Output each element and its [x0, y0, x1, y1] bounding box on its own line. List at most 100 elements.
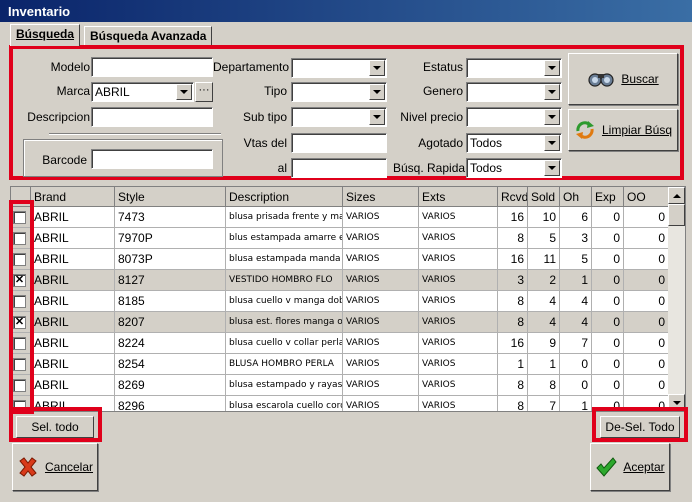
- tipo-dropdown-icon[interactable]: [369, 84, 385, 100]
- table-row[interactable]: ABRIL 8073P blusa estampada manda e VARIOS V…: [11, 249, 669, 270]
- tab-busqueda-avanzada-label: Búsqueda Avanzada: [90, 29, 207, 43]
- agotado-dropdown-icon[interactable]: [544, 135, 560, 151]
- cell-sizes: VARIOS: [343, 375, 419, 396]
- table-row[interactable]: ABRIL 8296 blusa escarola cuello cordo VARI…: [11, 396, 669, 411]
- row-checkbox-cell: [11, 396, 31, 411]
- genero-select[interactable]: [466, 82, 562, 102]
- subtipo-dropdown-icon[interactable]: [369, 109, 385, 125]
- tab-busqueda[interactable]: Búsqueda: [10, 24, 81, 46]
- row-checkbox-cell: [11, 354, 31, 375]
- table-row[interactable]: ✕ ABRIL 8127 VESTIDO HOMBRO FLO VARIOS VARIOS…: [11, 270, 669, 291]
- cancel-button[interactable]: Cancelar: [12, 443, 98, 491]
- row-checkbox[interactable]: [13, 253, 26, 266]
- header-sizes[interactable]: Sizes: [343, 187, 419, 207]
- cell-oh: 4: [560, 312, 592, 333]
- cell-oo: 0: [624, 354, 669, 375]
- cell-rcvd: 8: [498, 396, 528, 411]
- departamento-select[interactable]: [291, 58, 387, 78]
- cell-brand: ABRIL: [31, 291, 115, 312]
- row-checkbox[interactable]: [13, 232, 26, 245]
- cell-oh: 1: [560, 396, 592, 411]
- header-oo[interactable]: OO: [624, 187, 669, 207]
- row-checkbox-checked[interactable]: ✕: [13, 274, 26, 287]
- scroll-down-icon[interactable]: [668, 394, 685, 411]
- subtipo-select[interactable]: [291, 107, 387, 127]
- cell-sold: 4: [528, 291, 560, 312]
- select-all-button[interactable]: Sel. todo: [16, 416, 94, 438]
- header-brand[interactable]: Brand: [31, 187, 115, 207]
- cell-brand: ABRIL: [31, 375, 115, 396]
- table-row[interactable]: ABRIL 8185 blusa cuello v manga doble VARIO…: [11, 291, 669, 312]
- cell-style: 7473: [115, 207, 226, 228]
- header-exts[interactable]: Exts: [419, 187, 498, 207]
- buscar-button[interactable]: Buscar: [568, 53, 678, 105]
- estatus-select[interactable]: [466, 58, 562, 78]
- red-x-icon: [19, 457, 37, 477]
- departamento-dropdown-icon[interactable]: [369, 60, 385, 76]
- busq-rapida-select[interactable]: Todos: [466, 158, 562, 178]
- vtas-del-input[interactable]: [291, 133, 387, 153]
- limpiar-busqueda-button[interactable]: Limpiar Búsq: [568, 109, 678, 151]
- row-checkbox-checked[interactable]: ✕: [13, 316, 26, 329]
- scroll-up-icon[interactable]: [668, 187, 685, 204]
- busq-rapida-dropdown-icon[interactable]: [544, 160, 560, 176]
- row-checkbox[interactable]: [13, 295, 26, 308]
- table-row[interactable]: ✕ ABRIL 8207 blusa est. flores manga ola VAR…: [11, 312, 669, 333]
- descripcion-input[interactable]: [91, 107, 213, 127]
- cell-oh: 5: [560, 249, 592, 270]
- table-row[interactable]: ABRIL 8224 blusa cuello v collar perla VARI…: [11, 333, 669, 354]
- cell-style: 8207: [115, 312, 226, 333]
- header-description[interactable]: Description: [226, 187, 343, 207]
- tab-busqueda-label: Búsqueda: [16, 27, 75, 41]
- scroll-thumb[interactable]: [668, 204, 685, 226]
- row-checkbox[interactable]: [13, 379, 26, 392]
- table-row[interactable]: ABRIL 8254 BLUSA HOMBRO PERLA VARIOS VARIOS 1…: [11, 354, 669, 375]
- marca-more-button[interactable]: ···: [195, 82, 213, 102]
- header-oh[interactable]: Oh: [560, 187, 592, 207]
- row-checkbox-cell: [11, 228, 31, 249]
- table-row[interactable]: ABRIL 7970P blus estampada amarre en VARIOS…: [11, 228, 669, 249]
- row-checkbox[interactable]: [13, 358, 26, 371]
- genero-dropdown-icon[interactable]: [544, 84, 560, 100]
- vtas-del-label: Vtas del: [243, 136, 287, 150]
- tab-busqueda-avanzada[interactable]: Búsqueda Avanzada: [84, 26, 213, 46]
- nivel-precio-select[interactable]: [466, 107, 562, 127]
- header-rcvd[interactable]: Rcvd: [498, 187, 528, 207]
- modelo-input[interactable]: [91, 57, 213, 77]
- al-label: al: [277, 161, 287, 175]
- row-checkbox[interactable]: [13, 211, 26, 224]
- row-checkbox[interactable]: [13, 337, 26, 350]
- descripcion-label: Descripcion: [27, 110, 90, 124]
- header-sold[interactable]: Sold: [528, 187, 560, 207]
- table-row[interactable]: ABRIL 8269 blusa estampado y rayas r VARIOS…: [11, 375, 669, 396]
- deselect-all-button[interactable]: De-Sel. Todo: [600, 416, 680, 438]
- marca-dropdown-icon[interactable]: [176, 84, 192, 100]
- cell-oh: 7: [560, 333, 592, 354]
- table-row[interactable]: ABRIL7473blusa prisada frente y mangaVAR…: [11, 207, 669, 228]
- al-input[interactable]: [291, 158, 387, 178]
- header-style[interactable]: Style: [115, 187, 226, 207]
- tipo-select[interactable]: [291, 82, 387, 102]
- cell-oo: 0: [624, 249, 669, 270]
- marca-select[interactable]: ABRIL: [91, 82, 194, 102]
- cell-sold: 5: [528, 228, 560, 249]
- cell-sold: 11: [528, 249, 560, 270]
- barcode-input[interactable]: [91, 149, 213, 169]
- window-title: Inventario: [0, 0, 692, 22]
- header-exp[interactable]: Exp: [592, 187, 624, 207]
- header-check: [11, 187, 31, 207]
- agotado-select[interactable]: Todos: [466, 133, 562, 153]
- row-checkbox-cell: [11, 375, 31, 396]
- cell-brand: ABRIL: [31, 396, 115, 411]
- vertical-scrollbar[interactable]: [668, 187, 685, 411]
- row-checkbox[interactable]: [13, 400, 26, 411]
- refresh-icon: [575, 121, 594, 139]
- estatus-dropdown-icon[interactable]: [544, 60, 560, 76]
- cell-sizes: VARIOS: [343, 291, 419, 312]
- nivel-precio-dropdown-icon[interactable]: [544, 109, 560, 125]
- cell-exts: VARIOS: [419, 249, 498, 270]
- cell-oo: 0: [624, 291, 669, 312]
- row-checkbox-cell: [11, 249, 31, 270]
- accept-button[interactable]: Aceptar: [590, 443, 670, 491]
- cell-sold: 1: [528, 354, 560, 375]
